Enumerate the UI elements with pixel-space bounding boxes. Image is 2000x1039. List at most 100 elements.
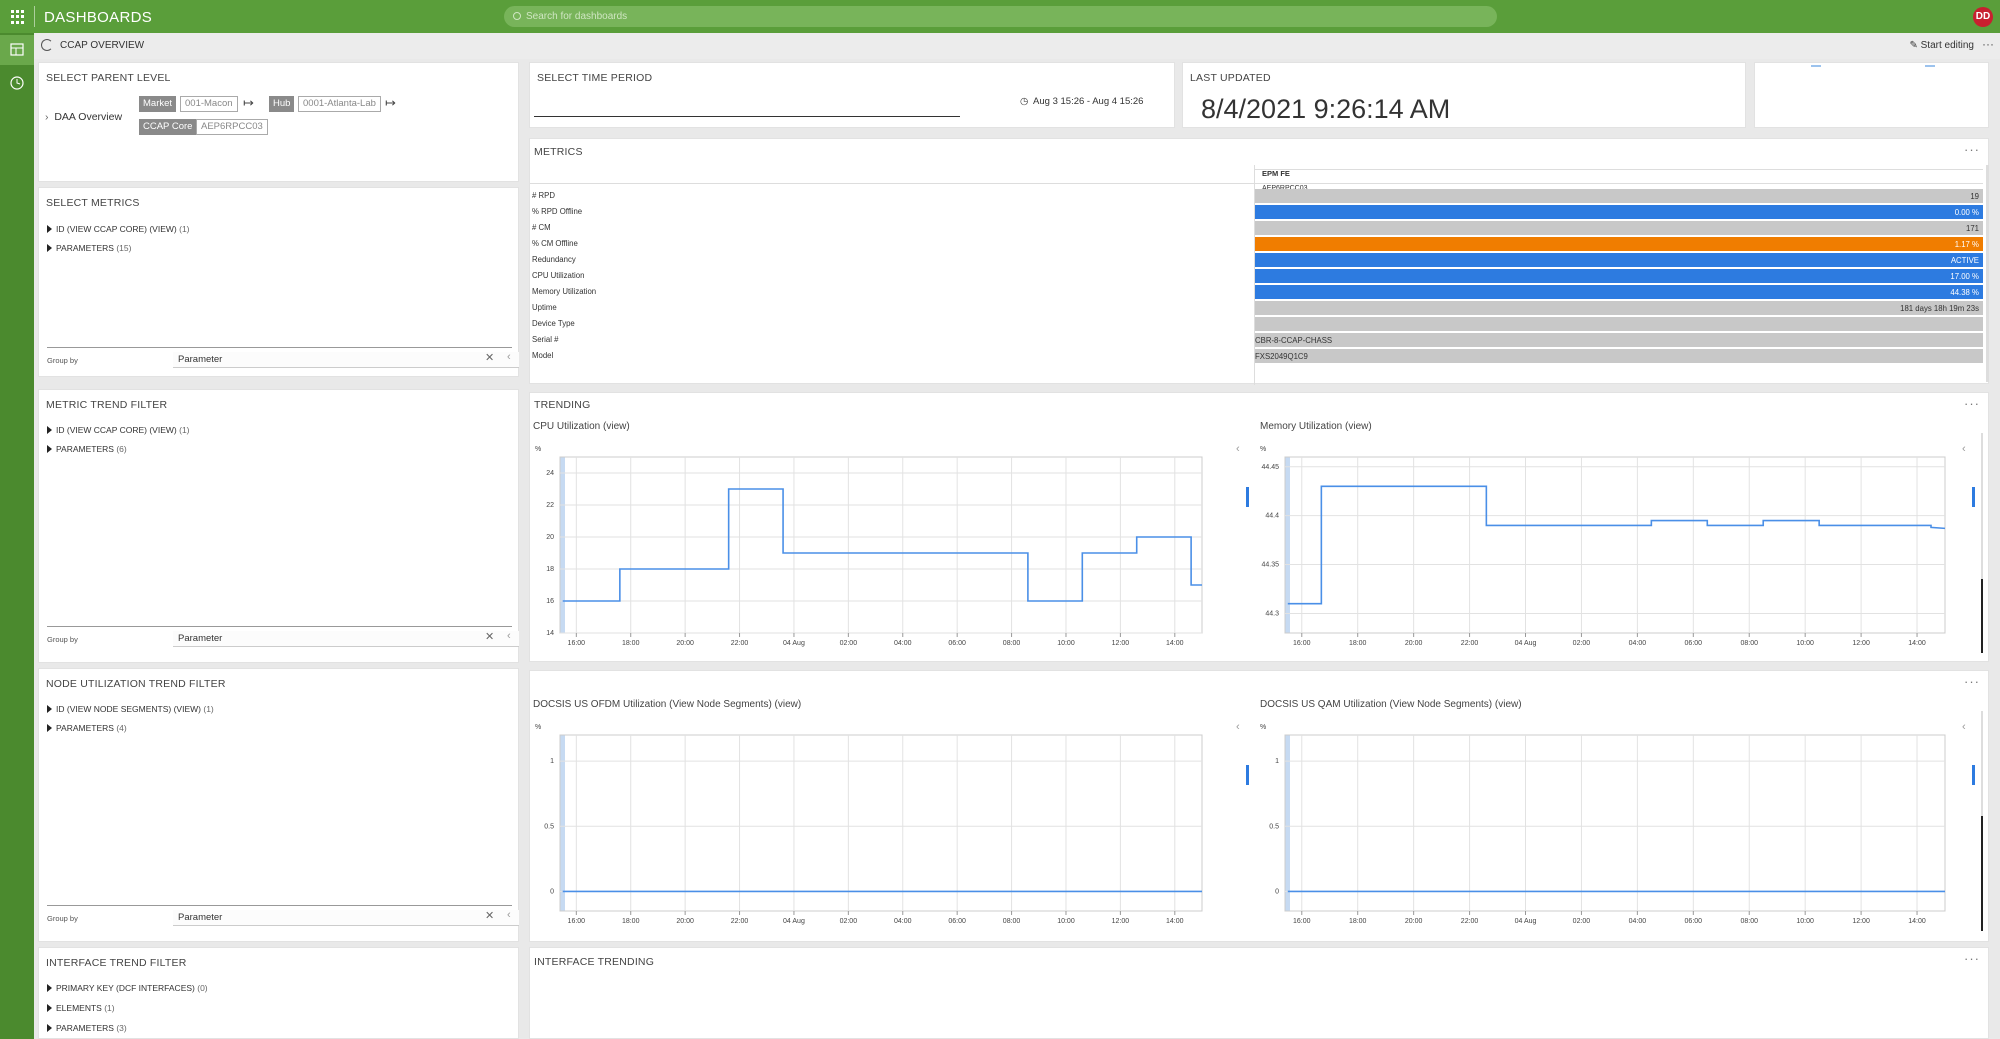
tree-item-label: PARAMETERS [56, 723, 114, 733]
panel-title: LAST UPDATED [1190, 72, 1271, 84]
chip-value-market[interactable]: 001-Macon [180, 96, 238, 112]
chevron-left-icon[interactable]: ‹ [507, 630, 511, 642]
tree-item[interactable]: ID (VIEW NODE SEGMENTS) (VIEW) (1) [47, 704, 214, 714]
x-tick-label: 04:00 [894, 918, 912, 925]
legend-scroll-indicator[interactable] [1246, 765, 1249, 785]
scrollbar[interactable] [1986, 165, 1989, 382]
tree-item-count: (1) [179, 425, 190, 435]
search-input[interactable]: Search for dashboards [504, 6, 1497, 27]
legend-scroll-indicator[interactable] [1972, 487, 1975, 507]
tree-item-count: (15) [116, 243, 132, 253]
chevron-left-icon[interactable]: ‹ [1962, 721, 1966, 733]
metric-row-label: Redundancy [532, 255, 576, 264]
x-tick-label: 18:00 [1349, 640, 1367, 647]
x-tick-label: 12:00 [1112, 918, 1130, 925]
more-options-icon[interactable]: ··· [1964, 951, 1980, 966]
metric-row-value[interactable]: 19 [1255, 189, 1983, 203]
chart-title[interactable]: DOCSIS US QAM Utilization (View Node Seg… [1260, 699, 1522, 710]
tree-item[interactable]: ELEMENTS (1) [47, 1003, 115, 1013]
expand-icon [47, 984, 52, 992]
extra-panel [1754, 62, 1989, 128]
legend-scroll-indicator[interactable] [1972, 765, 1975, 785]
panel-title: NODE UTILIZATION TREND FILTER [46, 678, 226, 690]
arrow-icon: ↦ [385, 95, 396, 110]
chevron-left-icon[interactable]: ‹ [507, 909, 511, 921]
memory-utilization-chart[interactable]: % 44.3 44.35 44.4 44.45 16:00 18:00 20:00 22:00 0… [1255, 443, 1985, 658]
y-tick-label: 22 [546, 502, 554, 509]
chip-value-ccap-core[interactable]: AEP6RPCC03 [196, 119, 268, 135]
metric-row-value[interactable]: 171 [1255, 221, 1983, 235]
tree-item[interactable]: PARAMETERS (6) [47, 444, 127, 454]
tree-item[interactable]: PARAMETERS (3) [47, 1023, 127, 1033]
avatar[interactable]: DD [1973, 7, 1993, 27]
tree-item-count: (4) [116, 723, 127, 733]
metric-row-value[interactable]: 1.17 % [1255, 237, 1983, 251]
tree-item[interactable]: PRIMARY KEY (DCF INTERFACES) (0) [47, 983, 208, 993]
metric-row-value[interactable]: FXS2049Q1C9 [1255, 349, 1983, 363]
chevron-left-icon[interactable]: ‹ [507, 351, 511, 363]
search-icon [513, 12, 521, 20]
metric-row-value[interactable]: 17.00 % [1255, 269, 1983, 283]
panel-title: INTERFACE TRENDING [534, 956, 655, 968]
plot-frame [559, 456, 1203, 634]
start-editing-button[interactable]: ✎ Start editing [1909, 40, 1974, 51]
cpu-utilization-chart[interactable]: % 14 16 18 20 22 24 16:00 18:00 20:00 22:00 04 Aug 0… [530, 443, 1242, 658]
chart-title[interactable]: CPU Utilization (view) [533, 421, 630, 432]
x-tick-label: 10:00 [1796, 640, 1814, 647]
x-tick-label: 14:00 [1908, 918, 1926, 925]
x-tick-label: 06:00 [1685, 918, 1703, 925]
metric-row-value[interactable]: ACTIVE [1255, 253, 1983, 267]
clear-icon[interactable]: ✕ [485, 909, 494, 922]
refresh-icon[interactable] [41, 39, 53, 51]
x-tick-label: 04 Aug [783, 918, 805, 925]
tree-item-label: ID (VIEW CCAP CORE) (VIEW) [56, 224, 177, 234]
more-options-icon[interactable]: ··· [1964, 142, 1980, 157]
scrollbar-thumb[interactable] [1981, 579, 1983, 653]
metric-row-value[interactable] [1255, 317, 1983, 331]
y-tick-label: 44.45 [1261, 464, 1279, 471]
y-tick-label: 0.5 [1269, 823, 1279, 830]
metric-row-value[interactable]: CBR-8-CCAP-CHASS [1255, 333, 1983, 347]
scrollbar-thumb[interactable] [1981, 816, 1983, 931]
group-by-select[interactable]: Parameter [173, 910, 519, 926]
metric-row-value[interactable]: 181 days 18h 19m 23s [1255, 301, 1983, 315]
metric-row-value[interactable]: 0.00 % [1255, 205, 1983, 219]
tree-item[interactable]: PARAMETERS (15) [47, 243, 131, 253]
chip-value-hub[interactable]: 0001-Atlanta-Lab [298, 96, 381, 112]
x-tick-label: 08:00 [1740, 640, 1758, 647]
more-options-icon[interactable]: ··· [1964, 674, 1980, 689]
sidebar-item-history[interactable] [0, 68, 34, 98]
tree-item[interactable]: PARAMETERS (4) [47, 723, 127, 733]
sidebar-item-dashboards[interactable] [0, 35, 34, 65]
docsis-ofdm-chart[interactable]: % 0 0.5 1 16:00 18:00 20:00 22:00 04 Aug 02:00 04:… [530, 721, 1242, 936]
legend-scroll-indicator[interactable] [1246, 487, 1249, 507]
clock-icon: ◷ [1020, 96, 1034, 107]
chevron-left-icon[interactable]: ‹ [1236, 721, 1240, 733]
group-by-row: Group by Parameter ✕ ‹ [47, 905, 519, 927]
tree-item[interactable]: ID (VIEW CCAP CORE) (VIEW) (1) [47, 425, 190, 435]
metric-row-value[interactable]: 44.38 % [1255, 285, 1983, 299]
time-range-picker[interactable]: ◷ Aug 3 15:26 - Aug 4 15:26 [1020, 96, 1143, 107]
tree-item[interactable]: ID (VIEW CCAP CORE) (VIEW) (1) [47, 224, 190, 234]
group-by-select[interactable]: Parameter [173, 352, 519, 368]
y-tick-label: 1 [1275, 758, 1279, 765]
group-by-select[interactable]: Parameter [173, 631, 519, 647]
tree-item-daa-overview[interactable]: › DAA Overview [45, 111, 122, 123]
column-header: EPM FE [1262, 169, 1290, 178]
chart-title[interactable]: DOCSIS US OFDM Utilization (View Node Se… [533, 699, 801, 710]
indicator [1925, 65, 1935, 67]
metric-row-label: Uptime [532, 303, 557, 312]
clear-icon[interactable]: ✕ [485, 351, 494, 364]
apps-grid-icon[interactable] [11, 10, 25, 24]
clear-icon[interactable]: ✕ [485, 630, 494, 643]
docsis-qam-chart[interactable]: % 0 0.5 1 16:00 18:00 20:00 22:00 04 Aug 02:00 04:… [1255, 721, 1985, 936]
more-options-icon[interactable]: ··· [1964, 396, 1980, 411]
chart-title[interactable]: Memory Utilization (view) [1260, 421, 1372, 432]
y-unit-label: % [1260, 446, 1266, 453]
time-range-underline [534, 116, 960, 117]
metric-trend-filter-panel: METRIC TREND FILTER ID (VIEW CCAP CORE) … [38, 389, 519, 663]
chevron-left-icon[interactable]: ‹ [1236, 443, 1240, 455]
x-tick-label: 12:00 [1852, 918, 1870, 925]
more-options-icon[interactable]: ··· [1982, 37, 1994, 51]
chevron-left-icon[interactable]: ‹ [1962, 443, 1966, 455]
